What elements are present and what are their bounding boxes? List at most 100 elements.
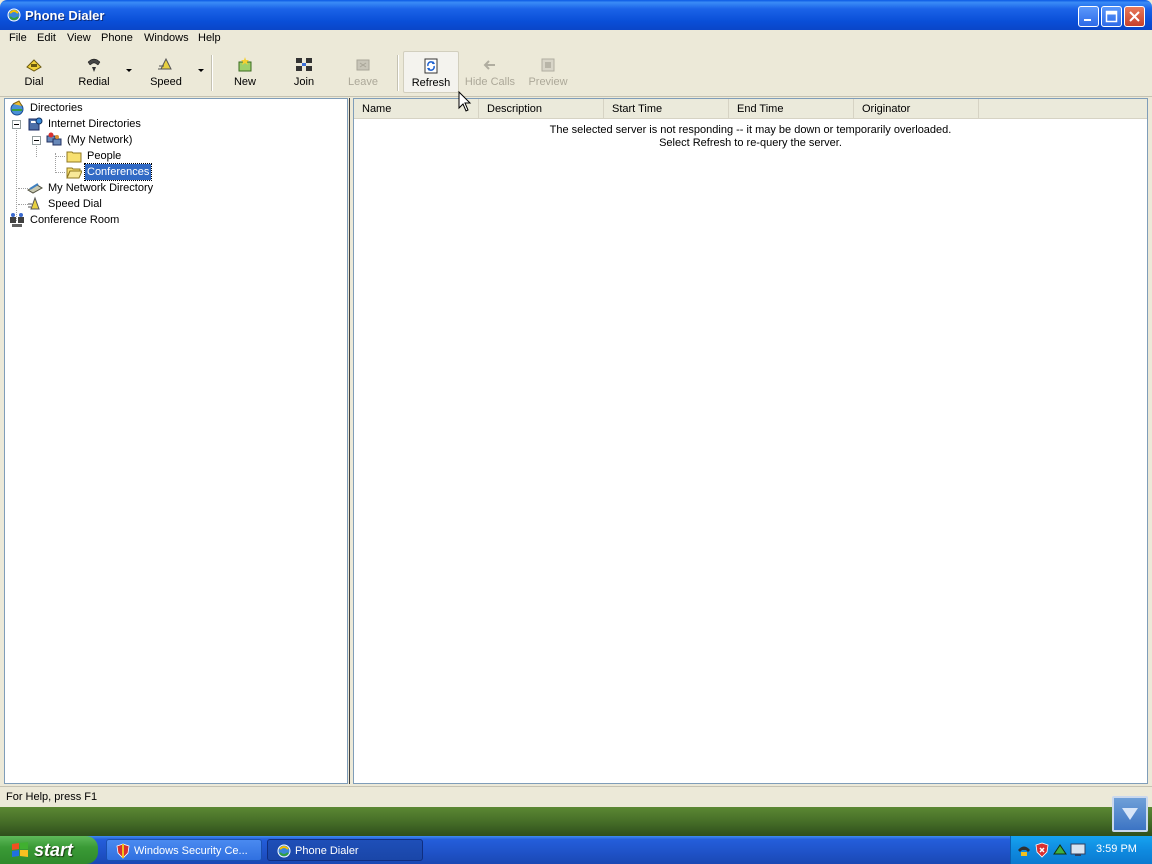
network-directory-icon	[27, 183, 43, 194]
column-header-start-time[interactable]: Start Time	[604, 99, 729, 119]
phone-tray-icon[interactable]	[1016, 842, 1032, 858]
tree-connector	[55, 172, 65, 174]
refresh-icon	[424, 58, 438, 74]
column-header-originator[interactable]: Originator	[854, 99, 979, 119]
redial-label: Redial	[78, 76, 110, 88]
preview-button[interactable]: Preview	[524, 51, 572, 93]
toolbar: Dial Redial Speed New Join Leave Refresh…	[0, 49, 1152, 97]
new-label: New	[233, 76, 256, 88]
network-tray-icon[interactable]	[1052, 842, 1068, 858]
directory-tree[interactable]: Directories Internet Directories (My Net…	[4, 98, 348, 784]
my-network-icon	[46, 132, 62, 146]
security-alert-tray-icon[interactable]	[1034, 842, 1050, 858]
join-conference-icon	[296, 58, 312, 71]
phone-dialer-app-icon	[7, 8, 21, 22]
speed-dial-icon	[158, 57, 172, 70]
directories-label: Directories	[30, 102, 83, 114]
close-button[interactable]	[1124, 6, 1145, 27]
column-header-end-time[interactable]: End Time	[729, 99, 854, 119]
tree-connector	[55, 156, 65, 158]
leave-label: Leave	[348, 76, 378, 88]
menu-file[interactable]: File	[9, 32, 27, 44]
join-button[interactable]: Join	[282, 51, 326, 93]
preview-icon	[541, 58, 555, 72]
preview-label: Preview	[528, 76, 568, 88]
dial-label: Dial	[24, 76, 44, 88]
menu-bar: File Edit View Phone Windows Help	[0, 30, 1152, 48]
my-network-directory-label: My Network Directory	[48, 182, 154, 194]
arrow-down-icon	[1122, 808, 1138, 820]
internet-directories-label: Internet Directories	[48, 118, 141, 130]
collapse-internet-directories-toggle[interactable]	[12, 120, 21, 129]
folder-icon	[66, 151, 82, 163]
redial-button[interactable]: Redial	[68, 51, 120, 93]
clock[interactable]: 3:59 PM	[1096, 843, 1137, 855]
column-header-description[interactable]: Description	[479, 99, 604, 119]
minimize-icon	[1084, 19, 1091, 21]
phone-dialer-taskbar-icon	[277, 844, 291, 858]
dial-button[interactable]: Dial	[10, 51, 58, 93]
mouse-cursor-icon	[458, 91, 472, 112]
windows-logo-icon	[12, 842, 28, 857]
menu-view[interactable]: View	[67, 32, 91, 44]
toolbar-separator	[211, 55, 213, 91]
collapse-my-network-toggle[interactable]	[32, 136, 41, 145]
menu-edit[interactable]: Edit	[37, 32, 56, 44]
status-bar: For Help, press F1	[0, 786, 1152, 807]
taskbar-button-windows-security-center[interactable]: Windows Security Ce...	[106, 839, 262, 861]
toolbar-separator	[397, 55, 399, 91]
desktop-scroll-down-button[interactable]	[1112, 796, 1148, 832]
column-header-filler	[979, 99, 1147, 119]
server-error-message: The selected server is not responding --…	[549, 124, 952, 136]
menu-phone[interactable]: Phone	[101, 32, 133, 44]
people-label: People	[87, 150, 122, 162]
speed-dial-tree-icon	[28, 196, 40, 210]
taskbar-button-phone-dialer[interactable]: Phone Dialer	[267, 839, 423, 861]
hide-calls-icon	[483, 60, 495, 70]
close-icon	[1129, 11, 1140, 22]
redial-phone-icon	[87, 58, 101, 72]
leave-button[interactable]: Leave	[340, 51, 386, 93]
internet-directories-icon	[28, 117, 43, 131]
status-text: For Help, press F1	[6, 791, 98, 803]
conferences-label: Conferences	[83, 163, 153, 181]
taskbar: start Windows Security Ce... Phone Diale…	[0, 836, 1152, 864]
conference-list[interactable]: Name Description Start Time End Time Ori…	[353, 98, 1148, 784]
new-conference-icon	[238, 57, 252, 72]
refresh-label: Refresh	[411, 77, 451, 89]
refresh-hint-message: Select Refresh to re-query the server.	[659, 137, 842, 149]
maximize-icon	[1105, 10, 1118, 23]
new-button[interactable]: New	[222, 51, 268, 93]
display-tray-icon[interactable]	[1070, 842, 1086, 858]
hide-calls-button[interactable]: Hide Calls	[462, 51, 518, 93]
speed-dropdown-arrow[interactable]	[198, 69, 204, 72]
dial-phone-icon	[26, 59, 42, 72]
conference-room-icon	[10, 213, 24, 227]
directories-icon	[10, 100, 24, 116]
maximize-button[interactable]	[1101, 6, 1122, 27]
phone-dialer-window: Phone Dialer File Edit View Phone Window…	[0, 0, 1152, 807]
leave-conference-icon	[356, 59, 370, 71]
menu-help[interactable]: Help	[198, 32, 221, 44]
start-button[interactable]: start	[0, 836, 98, 864]
window-title: Phone Dialer	[25, 8, 105, 23]
hide-calls-label: Hide Calls	[464, 76, 516, 88]
open-folder-icon	[66, 167, 82, 179]
redial-dropdown-arrow[interactable]	[126, 69, 132, 72]
my-network-label: (My Network)	[67, 134, 133, 146]
taskbar-windows-security-label: Windows Security Ce...	[134, 845, 248, 857]
tree-connector	[16, 121, 18, 221]
desktop-background	[0, 806, 1152, 836]
minimize-button[interactable]	[1078, 6, 1099, 27]
security-shield-icon	[116, 843, 130, 859]
taskbar-phone-dialer-label: Phone Dialer	[295, 845, 359, 857]
speed-dial-label: Speed Dial	[48, 198, 102, 210]
conference-room-label: Conference Room	[30, 214, 120, 226]
title-bar[interactable]: Phone Dialer	[0, 0, 1152, 30]
speed-label: Speed	[150, 76, 182, 88]
speed-button[interactable]: Speed	[140, 51, 192, 93]
refresh-button[interactable]: Refresh	[403, 51, 459, 93]
join-label: Join	[293, 76, 315, 88]
menu-windows[interactable]: Windows	[144, 32, 189, 44]
system-tray: 3:59 PM	[1010, 836, 1152, 864]
